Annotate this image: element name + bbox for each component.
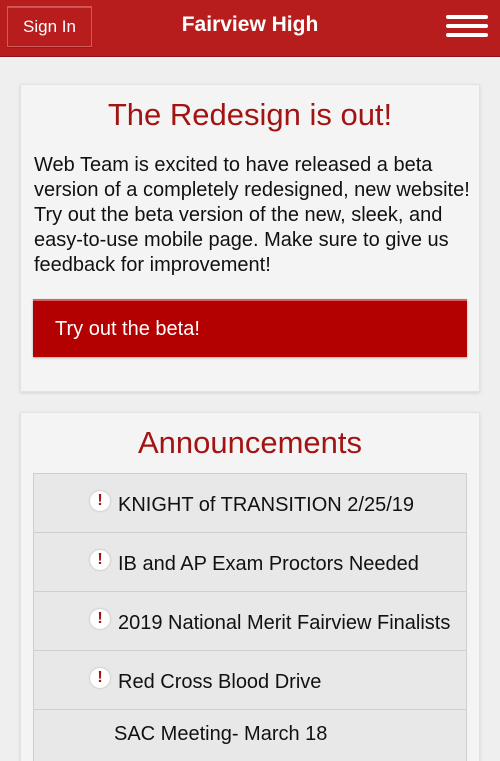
announcements-title: Announcements [137, 425, 363, 460]
exclamation-icon: ! [90, 609, 110, 629]
announcement-item[interactable]: ! 2019 National Merit Fairview Finalists [34, 592, 466, 651]
redesign-body: Web Team is excited to have released a b… [34, 154, 470, 276]
redesign-card: The Redesign is out! Web Team is excited… [20, 84, 480, 392]
try-beta-button[interactable]: Try out the beta! [33, 299, 467, 357]
announcement-text: IB and AP Exam Proctors Needed [118, 553, 419, 575]
announcement-text: KNIGHT of TRANSITION 2/25/19 [118, 494, 415, 516]
announcement-text: SAC Meeting- March 18 [114, 723, 328, 745]
site-title: Fairview High [181, 13, 319, 36]
announcement-item[interactable]: SAC Meeting- March 18 [34, 710, 466, 761]
exclamation-icon: ! [90, 550, 110, 570]
top-header: Sign In Fairview High [0, 0, 500, 57]
announcement-item[interactable]: ! IB and AP Exam Proctors Needed [34, 533, 466, 592]
announcement-item[interactable]: ! Red Cross Blood Drive [34, 651, 466, 710]
announcements-list: ! KNIGHT of TRANSITION 2/25/19 ! IB and … [33, 473, 467, 761]
exclamation-icon: ! [90, 668, 110, 688]
redesign-title: The Redesign is out! [107, 97, 393, 132]
announcement-text: Red Cross Blood Drive [118, 671, 322, 693]
announcement-item[interactable]: ! KNIGHT of TRANSITION 2/25/19 [34, 474, 466, 533]
announcements-card: Announcements ! KNIGHT of TRANSITION 2/2… [20, 412, 480, 761]
exclamation-icon: ! [90, 491, 110, 511]
hamburger-menu-icon[interactable] [446, 15, 490, 41]
announcement-text: 2019 National Merit Fairview Finalists [118, 612, 451, 634]
